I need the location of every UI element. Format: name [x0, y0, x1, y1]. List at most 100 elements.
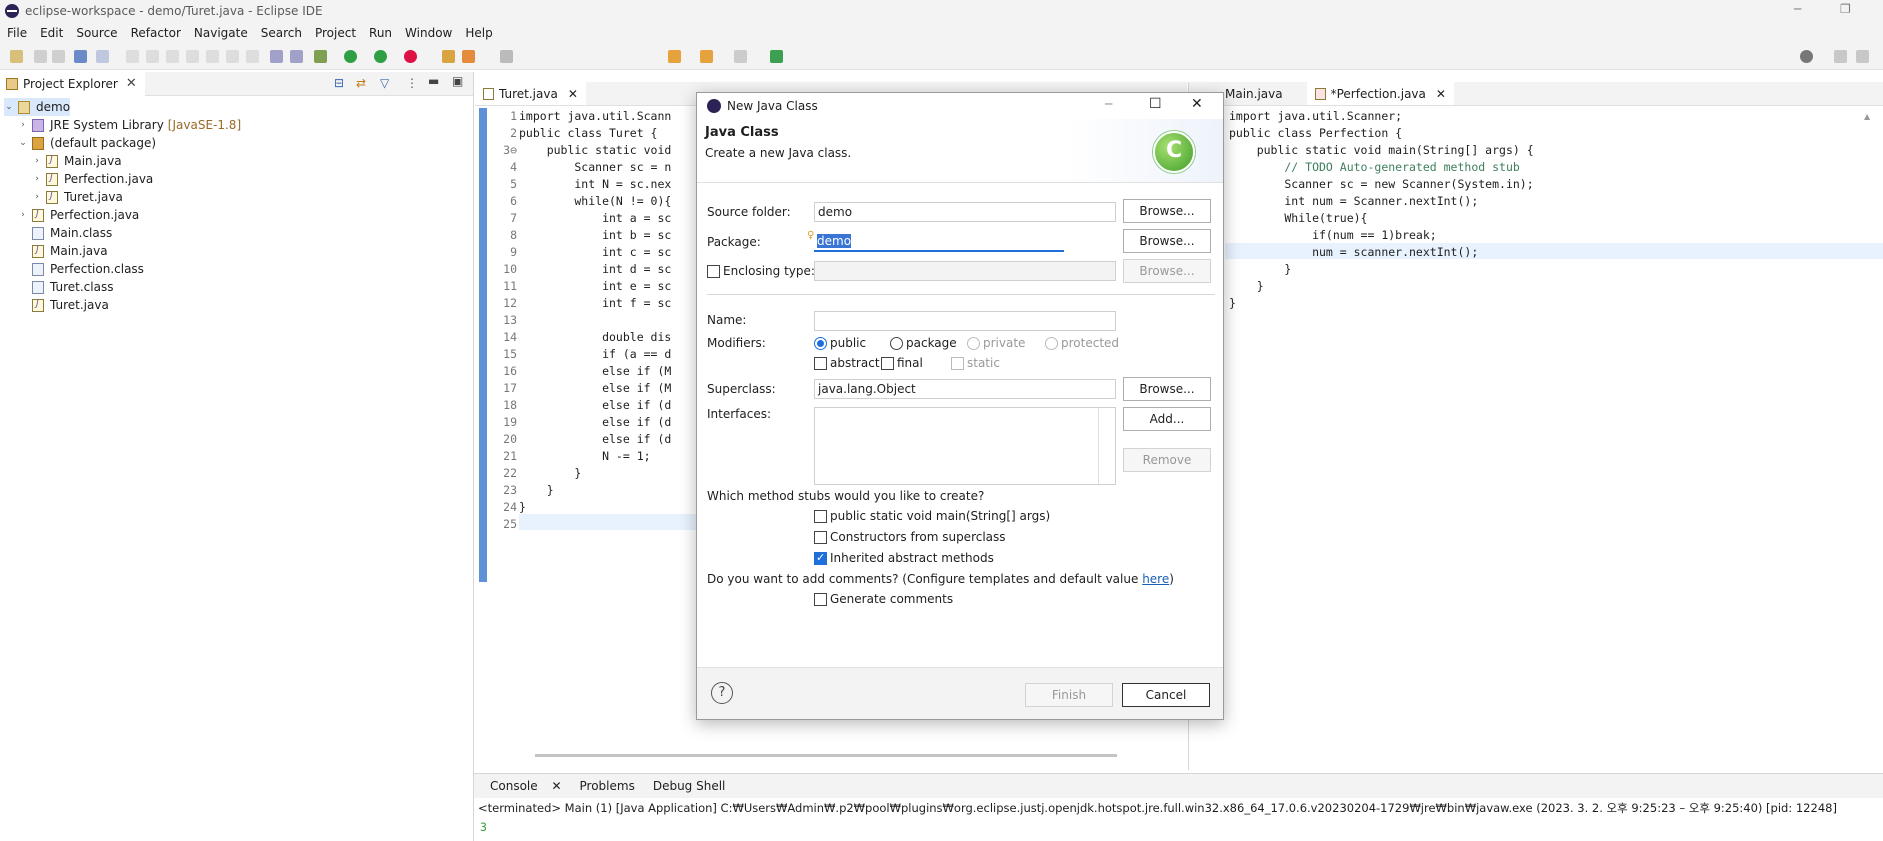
open-type-icon[interactable]	[500, 50, 513, 63]
menu-refactor[interactable]: Refactor	[131, 26, 181, 40]
save-all-icon[interactable]	[52, 50, 65, 63]
horizontal-scrollbar[interactable]	[535, 754, 1117, 757]
add-interface-button[interactable]: Add...	[1123, 407, 1211, 431]
forward-icon[interactable]	[734, 50, 747, 63]
view-menu-icon[interactable]: ⋮	[406, 76, 418, 90]
protected-radio[interactable]	[1045, 337, 1058, 350]
tab-console[interactable]: Console ✕	[482, 779, 562, 793]
source-folder-browse-button[interactable]: Browse...	[1123, 199, 1211, 223]
search-icon[interactable]	[1800, 50, 1813, 63]
tree-item[interactable]: ⌄ (default package)	[18, 134, 156, 152]
interfaces-list[interactable]	[814, 407, 1116, 485]
run-icon[interactable]	[344, 50, 357, 63]
package-radio[interactable]	[890, 337, 903, 350]
private-radio[interactable]	[967, 337, 980, 350]
drop-to-frame-icon[interactable]	[270, 50, 283, 63]
maximize-window-button[interactable]: ❐	[1840, 2, 1851, 16]
use-step-filters-icon[interactable]	[290, 50, 303, 63]
enclosing-type-input[interactable]	[814, 261, 1116, 281]
menu-window[interactable]: Window	[405, 26, 452, 40]
tree-item[interactable]: › Turet.java	[32, 188, 123, 206]
open-perspective-icon[interactable]	[770, 50, 783, 63]
constructors-stub-checkbox[interactable]	[814, 531, 827, 544]
step-over-icon[interactable]	[226, 50, 239, 63]
debug-icon[interactable]	[314, 50, 327, 63]
maximize-view-icon[interactable]: ▣	[452, 74, 463, 88]
menu-file[interactable]: File	[7, 26, 27, 40]
tree-item[interactable]: › Perfection.java	[18, 206, 139, 224]
tree-item[interactable]: Main.java	[18, 242, 108, 260]
minimize-view-icon[interactable]: ▬	[428, 74, 439, 88]
tab-perfection-java[interactable]: *Perfection.java ✕	[1306, 82, 1454, 105]
configure-templates-link[interactable]: here	[1142, 572, 1169, 586]
cancel-button[interactable]: Cancel	[1122, 683, 1210, 707]
interfaces-list-scrollbar[interactable]	[1098, 408, 1099, 484]
dialog-minimize-button[interactable]: ─	[1105, 97, 1112, 111]
main-stub-checkbox[interactable]	[814, 510, 827, 523]
project-explorer-tab[interactable]: Project Explorer ✕	[0, 71, 145, 96]
step-return-icon[interactable]	[246, 50, 259, 63]
menu-navigate[interactable]: Navigate	[194, 26, 248, 40]
dialog-maximize-button[interactable]: ☐	[1149, 96, 1162, 112]
menu-run[interactable]: Run	[369, 26, 392, 40]
back-icon[interactable]	[700, 50, 713, 63]
menu-help[interactable]: Help	[465, 26, 492, 40]
resume-icon[interactable]	[126, 50, 139, 63]
tree-item[interactable]: › Perfection.java	[32, 170, 153, 188]
enclosing-type-checkbox[interactable]	[707, 265, 720, 278]
debug-skip-icon[interactable]	[96, 50, 109, 63]
menu-edit[interactable]: Edit	[40, 26, 63, 40]
package-input[interactable]: demo	[814, 232, 1064, 252]
tree-item[interactable]: Turet.java	[18, 296, 109, 314]
new-java-package-icon[interactable]	[462, 50, 475, 63]
tree-item[interactable]: › Main.java	[32, 152, 121, 170]
enclosing-type-browse-button[interactable]: Browse...	[1123, 259, 1211, 283]
menu-project[interactable]: Project	[315, 26, 356, 40]
perspective-icon[interactable]	[1834, 50, 1847, 63]
menu-search[interactable]: Search	[261, 26, 302, 40]
menu-source[interactable]: Source	[76, 26, 117, 40]
tab-problems[interactable]: Problems	[580, 779, 635, 793]
remove-interface-button[interactable]: Remove	[1123, 448, 1211, 472]
last-edit-location-icon[interactable]	[668, 50, 681, 63]
disconnect-icon[interactable]	[186, 50, 199, 63]
chevron-right-icon[interactable]: ›	[32, 174, 42, 184]
source-folder-input[interactable]: demo	[814, 202, 1116, 222]
final-checkbox[interactable]	[881, 357, 894, 370]
suspend-icon[interactable]	[146, 50, 159, 63]
package-browse-button[interactable]: Browse...	[1123, 229, 1211, 253]
close-icon[interactable]: ✕	[126, 76, 137, 91]
inherited-methods-checkbox[interactable]	[814, 551, 827, 565]
java-perspective-icon[interactable]	[1856, 50, 1869, 63]
tab-turet-java[interactable]: Turet.java ✕	[475, 82, 586, 105]
chevron-right-icon[interactable]: ›	[18, 210, 28, 220]
chevron-down-icon[interactable]: ⌄	[4, 102, 14, 112]
tree-item[interactable]: ⌄ demo	[4, 98, 71, 116]
step-into-icon[interactable]	[206, 50, 219, 63]
chevron-right-icon[interactable]: ›	[32, 192, 42, 202]
filter-icon[interactable]: ▽	[380, 76, 389, 90]
name-input[interactable]	[814, 311, 1116, 331]
finish-button[interactable]: Finish	[1025, 683, 1113, 707]
help-icon[interactable]: ?	[711, 682, 733, 704]
abstract-checkbox[interactable]	[814, 357, 827, 370]
tree-item[interactable]: Main.class	[18, 224, 112, 242]
close-icon[interactable]: ✕	[1436, 87, 1446, 101]
superclass-input[interactable]: java.lang.Object	[814, 379, 1116, 399]
tree-item[interactable]: Turet.class	[18, 278, 113, 296]
tree-item[interactable]: › JRE System Library [JavaSE-1.8]	[18, 116, 241, 134]
save-icon[interactable]	[34, 50, 47, 63]
close-icon[interactable]: ✕	[568, 87, 578, 101]
dialog-close-button[interactable]: ✕	[1191, 96, 1203, 112]
code-area-turet[interactable]: import java.util.Scann public class Turet…	[519, 108, 671, 533]
public-radio[interactable]	[814, 337, 827, 350]
code-area-perfection[interactable]: import java.util.Scanner; public class Pe…	[1229, 108, 1534, 312]
terminate-icon[interactable]	[166, 50, 179, 63]
collapse-all-icon[interactable]: ⊟	[334, 76, 344, 90]
static-checkbox[interactable]	[951, 357, 964, 370]
tree-item[interactable]: Perfection.class	[18, 260, 144, 278]
tab-debug-shell[interactable]: Debug Shell	[653, 779, 726, 793]
chevron-right-icon[interactable]: ›	[32, 156, 42, 166]
chevron-right-icon[interactable]: ›	[18, 120, 28, 130]
new-java-project-icon[interactable]	[442, 50, 455, 63]
